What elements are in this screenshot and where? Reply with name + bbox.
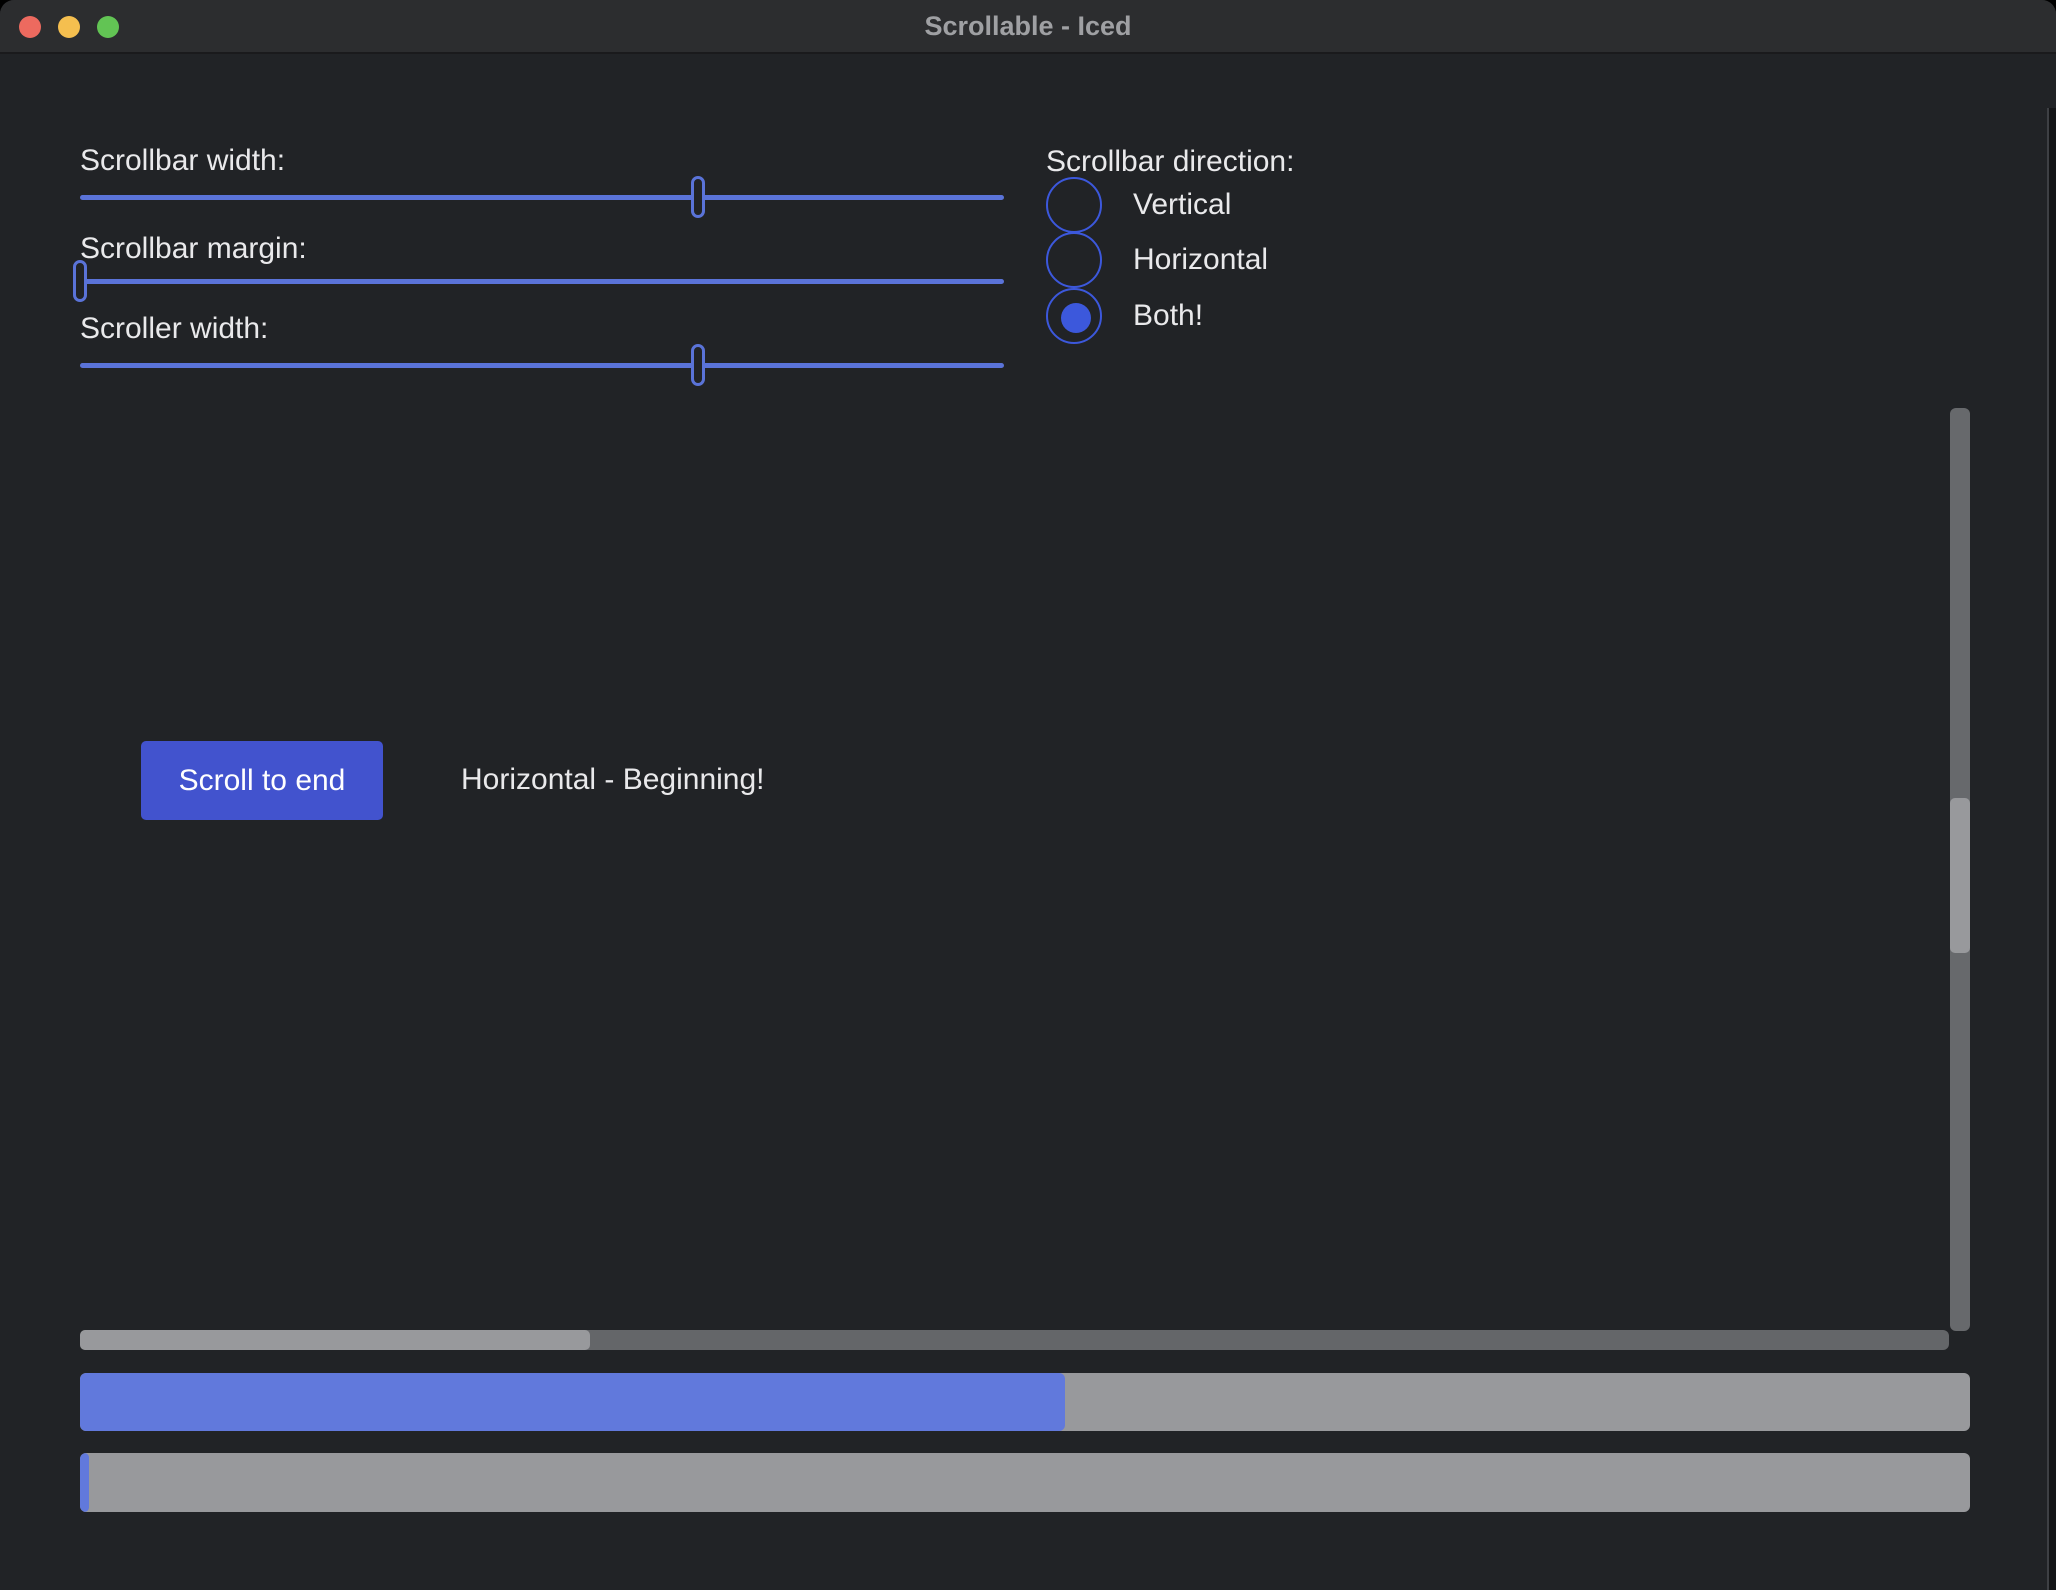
scrollbar-direction-label: Scrollbar direction: (1046, 143, 1294, 181)
window-right-edge (2047, 108, 2056, 1590)
slider-track[interactable] (80, 195, 1004, 200)
vertical-scrollbar[interactable] (1950, 408, 1970, 1331)
radio-label-horizontal[interactable]: Horizontal (1133, 241, 1268, 279)
radio-label-vertical[interactable]: Vertical (1133, 186, 1231, 224)
scroller-width-label: Scroller width: (80, 310, 268, 348)
scroller-width-slider[interactable] (80, 344, 1004, 386)
horizontal-progress-bar (80, 1453, 1970, 1512)
slider-handle[interactable] (691, 344, 705, 386)
scrollbar-width-label: Scrollbar width: (80, 142, 285, 180)
radio-icon[interactable] (1046, 288, 1102, 344)
slider-track[interactable] (80, 363, 1004, 368)
horizontal-scroller-thumb[interactable] (80, 1330, 590, 1350)
slider-track[interactable] (80, 279, 1004, 284)
radio-dot (1061, 303, 1091, 333)
main-content: Scrollbar width: Scrollbar margin: Scrol… (0, 54, 2056, 1590)
vertical-progress-bar (80, 1373, 1970, 1431)
radio-icon[interactable] (1046, 232, 1102, 288)
scrollbar-margin-slider[interactable] (80, 260, 1004, 302)
title-bar: Scrollable - Iced (0, 0, 2056, 54)
scroll-to-end-button[interactable]: Scroll to end (141, 741, 383, 820)
horizontal-scrollbar[interactable] (80, 1330, 1949, 1350)
slider-handle[interactable] (73, 260, 87, 302)
radio-label-both[interactable]: Both! (1133, 297, 1203, 335)
radio-icon[interactable] (1046, 177, 1102, 233)
slider-handle[interactable] (691, 176, 705, 218)
vertical-scroller-thumb[interactable] (1950, 798, 1970, 953)
progress-fill (80, 1453, 89, 1512)
scrollbar-width-slider[interactable] (80, 176, 1004, 218)
scroll-status-text: Horizontal - Beginning! (461, 761, 765, 799)
progress-fill (80, 1373, 1065, 1431)
app-window: Scrollable - Iced Scrollbar width: Scrol… (0, 0, 2056, 1590)
window-title: Scrollable - Iced (0, 0, 2056, 52)
